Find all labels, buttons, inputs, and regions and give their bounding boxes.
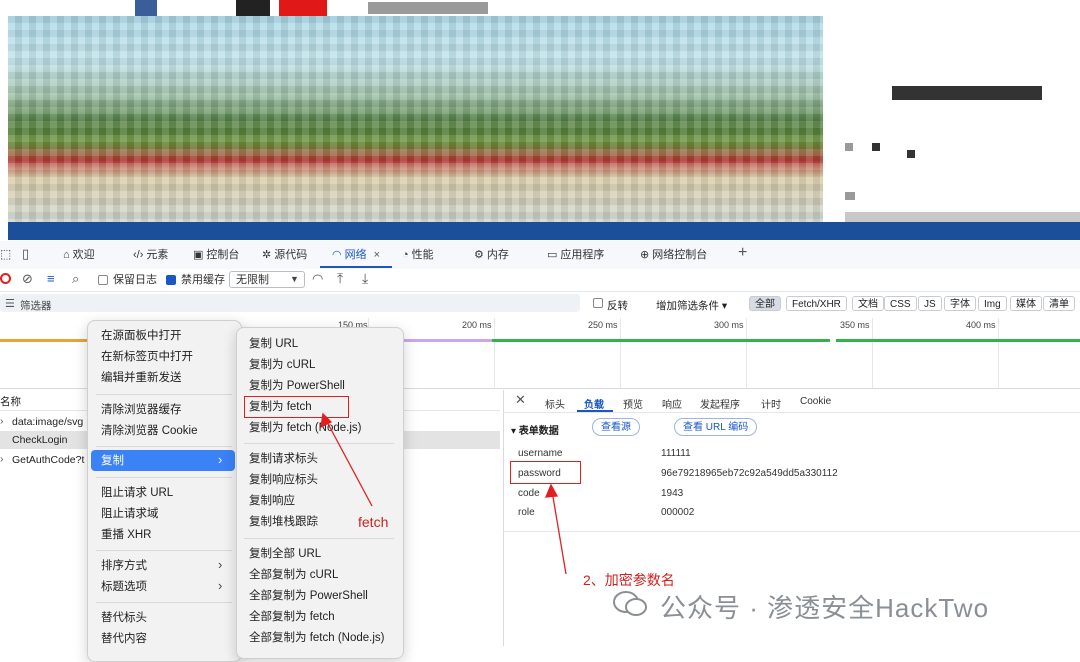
annotation-arrows xyxy=(320,412,567,575)
wechat-icon xyxy=(612,590,648,618)
watermark: 公众号 · 渗透安全HackTwo xyxy=(660,593,990,623)
annotation-param-label: 2、加密参数名 xyxy=(583,572,675,588)
annotation-fetch-label: fetch xyxy=(358,514,389,530)
